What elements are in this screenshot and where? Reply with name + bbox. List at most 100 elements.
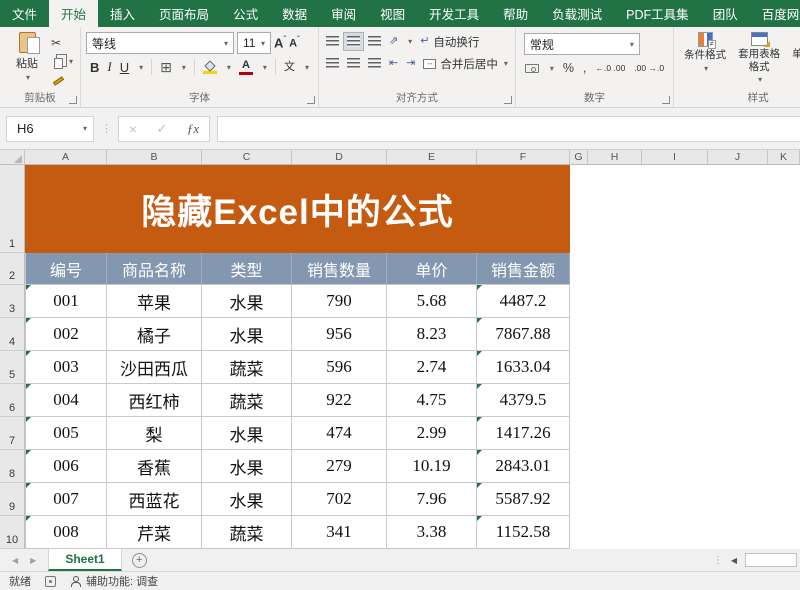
row-header-6[interactable]: 6 bbox=[0, 384, 25, 417]
table-cell[interactable]: 蔬菜 bbox=[202, 516, 292, 549]
splitter-handle-icon[interactable]: ⋮ bbox=[713, 555, 723, 566]
ribbon-tab-developer[interactable]: 开发工具 bbox=[417, 0, 491, 27]
table-cell[interactable]: 956 bbox=[292, 318, 387, 351]
macro-record-icon[interactable] bbox=[45, 576, 56, 587]
table-cell[interactable]: 水果 bbox=[202, 285, 292, 318]
name-box[interactable]: H6 ▾ bbox=[6, 116, 94, 142]
decrease-decimal-button[interactable]: .00 →.0 bbox=[634, 64, 664, 73]
row-header-9[interactable]: 9 bbox=[0, 483, 25, 516]
conditional-formatting-button[interactable]: 条件格式 ▾ bbox=[679, 32, 731, 85]
accounting-format-icon[interactable] bbox=[525, 64, 539, 73]
ribbon-tab-review[interactable]: 审阅 bbox=[319, 0, 368, 27]
merge-center-button[interactable]: ↔合并后居中▾ bbox=[423, 56, 508, 72]
insert-function-icon[interactable]: ƒx bbox=[187, 121, 199, 137]
column-header-j[interactable]: J bbox=[708, 150, 768, 164]
table-cell[interactable]: 水果 bbox=[202, 450, 292, 483]
table-cell[interactable]: 5.68 bbox=[387, 285, 477, 318]
empty-cells[interactable] bbox=[570, 384, 800, 417]
column-header-f[interactable]: F bbox=[477, 150, 570, 164]
table-cell[interactable]: 922 bbox=[292, 384, 387, 417]
font-dialog-launcher-icon[interactable] bbox=[307, 96, 315, 104]
select-all-corner[interactable] bbox=[0, 150, 25, 164]
number-dialog-launcher-icon[interactable] bbox=[662, 96, 670, 104]
table-cell[interactable]: 1633.04 bbox=[477, 351, 570, 384]
enter-check-icon[interactable]: ✓ bbox=[156, 121, 167, 137]
table-cell[interactable]: 790 bbox=[292, 285, 387, 318]
alignment-dialog-launcher-icon[interactable] bbox=[504, 96, 512, 104]
prev-sheet-icon[interactable]: ◀ bbox=[12, 556, 18, 565]
table-cell[interactable]: 香蕉 bbox=[107, 450, 202, 483]
table-cell[interactable]: 蔬菜 bbox=[202, 351, 292, 384]
increase-decimal-button[interactable]: ←.0 .00 bbox=[596, 64, 626, 73]
cut-button[interactable]: ✂ bbox=[51, 35, 73, 50]
row-header-2[interactable]: 2 bbox=[0, 253, 25, 285]
empty-cells[interactable] bbox=[570, 450, 800, 483]
column-header-e[interactable]: E bbox=[387, 150, 477, 164]
table-cell[interactable]: 008 bbox=[25, 516, 107, 549]
align-middle-button[interactable] bbox=[347, 36, 360, 47]
copy-button[interactable]: ▾ bbox=[51, 54, 73, 69]
table-cell[interactable]: 006 bbox=[25, 450, 107, 483]
row-header-7[interactable]: 7 bbox=[0, 417, 25, 450]
bold-button[interactable]: B bbox=[90, 60, 99, 75]
table-cell[interactable]: 西红柿 bbox=[107, 384, 202, 417]
chevron-down-icon[interactable]: ▾ bbox=[408, 37, 412, 46]
chevron-down-icon[interactable]: ▾ bbox=[227, 63, 231, 72]
underline-button[interactable]: U bbox=[120, 60, 129, 75]
column-header-h[interactable]: H bbox=[588, 150, 642, 164]
table-cell[interactable]: 005 bbox=[25, 417, 107, 450]
wrap-text-button[interactable]: ↵自动换行 bbox=[420, 34, 479, 50]
empty-cells[interactable] bbox=[570, 165, 800, 253]
row-header-8[interactable]: 8 bbox=[0, 450, 25, 483]
table-cell[interactable]: 5587.92 bbox=[477, 483, 570, 516]
empty-cells[interactable] bbox=[570, 253, 800, 285]
table-cell[interactable]: 苹果 bbox=[107, 285, 202, 318]
clipboard-dialog-launcher-icon[interactable] bbox=[69, 96, 77, 104]
number-format-select[interactable]: 常规 ▾ bbox=[524, 33, 640, 55]
empty-cells[interactable] bbox=[570, 318, 800, 351]
table-cell[interactable]: 4379.5 bbox=[477, 384, 570, 417]
align-top-button[interactable] bbox=[326, 36, 339, 47]
chevron-down-icon[interactable]: ▾ bbox=[550, 64, 554, 73]
borders-button[interactable]: ⊞ bbox=[160, 60, 172, 74]
table-cell[interactable]: 7867.88 bbox=[477, 318, 570, 351]
chevron-down-icon[interactable]: ▾ bbox=[26, 73, 30, 82]
decrease-indent-button[interactable]: ⇤ bbox=[389, 58, 398, 69]
chevron-down-icon[interactable]: ▾ bbox=[305, 63, 309, 72]
column-header-b[interactable]: B bbox=[107, 150, 202, 164]
font-color-button[interactable]: A bbox=[239, 60, 253, 75]
table-cell[interactable]: 3.38 bbox=[387, 516, 477, 549]
table-cell[interactable]: 002 bbox=[25, 318, 107, 351]
row-header-4[interactable]: 4 bbox=[0, 318, 25, 351]
table-cell[interactable]: 橘子 bbox=[107, 318, 202, 351]
font-name-select[interactable]: 等线 ▾ bbox=[86, 32, 234, 54]
row-header-3[interactable]: 3 bbox=[0, 285, 25, 318]
table-header-cell[interactable]: 商品名称 bbox=[107, 253, 202, 285]
chevron-down-icon[interactable]: ▾ bbox=[139, 63, 143, 72]
align-bottom-button[interactable] bbox=[368, 36, 381, 47]
increase-indent-button[interactable]: ⇥ bbox=[406, 58, 415, 69]
accessibility-status[interactable]: 辅助功能: 调查 bbox=[70, 573, 158, 589]
table-header-cell[interactable]: 销售数量 bbox=[292, 253, 387, 285]
font-size-select[interactable]: 11 ▾ bbox=[237, 32, 271, 54]
fill-color-button[interactable] bbox=[203, 61, 217, 74]
table-cell[interactable]: 水果 bbox=[202, 483, 292, 516]
row-header-1[interactable]: 1 bbox=[0, 165, 25, 253]
orientation-button[interactable]: ⇗ bbox=[389, 36, 398, 47]
ribbon-tab-formulas[interactable]: 公式 bbox=[221, 0, 270, 27]
table-cell[interactable]: 8.23 bbox=[387, 318, 477, 351]
scrollbar-thumb[interactable] bbox=[745, 553, 797, 567]
column-header-d[interactable]: D bbox=[292, 150, 387, 164]
table-cell[interactable]: 2.74 bbox=[387, 351, 477, 384]
table-cell[interactable]: 007 bbox=[25, 483, 107, 516]
percent-style-button[interactable]: % bbox=[563, 61, 574, 75]
ribbon-tab-help[interactable]: 帮助 bbox=[491, 0, 540, 27]
ribbon-tab-home[interactable]: 开始 bbox=[49, 0, 98, 27]
table-cell[interactable]: 1417.26 bbox=[477, 417, 570, 450]
ribbon-tab-pdf-tools[interactable]: PDF工具集 bbox=[614, 0, 701, 27]
chevron-down-icon[interactable]: ▾ bbox=[182, 63, 186, 72]
table-cell[interactable]: 西蓝花 bbox=[107, 483, 202, 516]
table-cell[interactable]: 003 bbox=[25, 351, 107, 384]
table-cell[interactable]: 芹菜 bbox=[107, 516, 202, 549]
column-header-i[interactable]: I bbox=[642, 150, 708, 164]
